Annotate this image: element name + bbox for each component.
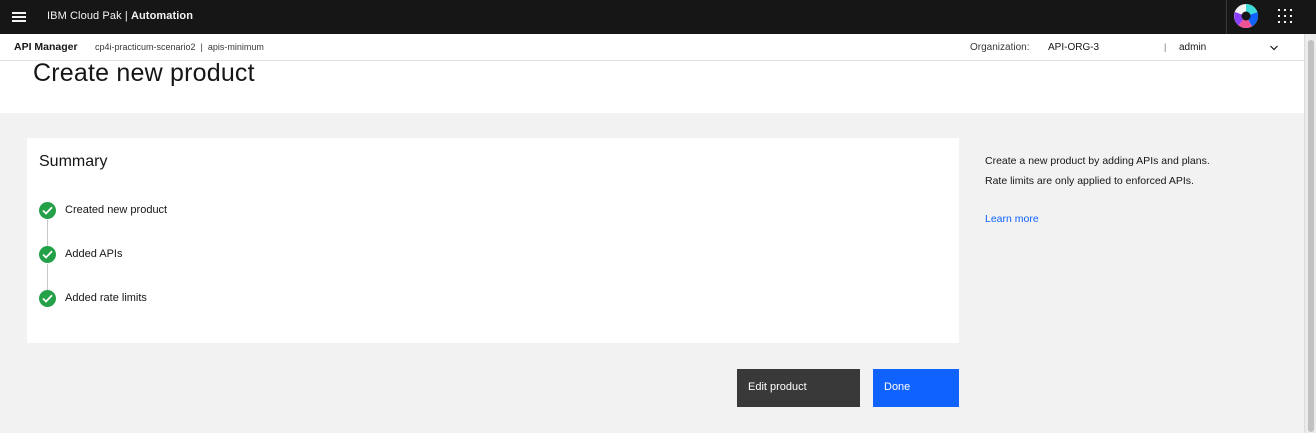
app-name: API Manager <box>14 41 78 53</box>
step-label: Added rate limits <box>65 292 147 304</box>
context-bar: API Manager cp4i-practicum-scenario2 | api… <box>0 34 1304 61</box>
learn-more-link[interactable]: Learn more <box>985 213 1039 225</box>
breadcrumb: cp4i-practicum-scenario2 | apis-minimum <box>95 42 264 52</box>
step-label: Created new product <box>65 204 168 216</box>
help-line-2: Rate limits are only applied to enforced… <box>985 174 1194 187</box>
user-menu[interactable]: admin <box>1179 42 1206 53</box>
subbar-separator: | <box>1164 42 1167 52</box>
page-scrollbar[interactable] <box>1304 34 1316 433</box>
page-title: Create new product <box>33 59 255 87</box>
step-connector <box>47 264 48 291</box>
organization-label: Organization: <box>970 42 1030 53</box>
checkmark-filled-icon <box>39 202 56 219</box>
breadcrumb-catalog[interactable]: cp4i-practicum-scenario2 <box>95 42 196 52</box>
scrollbar-thumb[interactable] <box>1308 40 1314 432</box>
checkmark-filled-icon <box>39 290 56 307</box>
hamburger-menu-icon[interactable] <box>12 11 26 23</box>
summary-card: Summary Created new product Added APIs A… <box>27 138 959 343</box>
top-bar: IBM Cloud Pak | Automation <box>0 0 1316 34</box>
organization-selector[interactable]: API-ORG-3 <box>1048 42 1099 53</box>
help-line-1: Create a new product by adding APIs and … <box>985 155 1210 167</box>
app-switcher-grid-icon[interactable] <box>1278 9 1293 24</box>
cloud-pak-logo-icon[interactable] <box>1233 3 1259 29</box>
edit-product-button[interactable]: Edit product <box>737 369 860 407</box>
step-label: Added APIs <box>65 248 123 260</box>
breadcrumb-product[interactable]: apis-minimum <box>208 42 264 52</box>
checkmark-filled-icon <box>39 246 56 263</box>
brand-prefix: IBM Cloud Pak | <box>47 10 131 22</box>
product-name: IBM Cloud Pak | Automation <box>47 10 193 22</box>
topbar-divider <box>1226 0 1227 34</box>
done-button[interactable]: Done <box>873 369 959 407</box>
summary-title: Summary <box>39 153 108 170</box>
step-connector <box>47 220 48 247</box>
breadcrumb-separator: | <box>200 42 203 52</box>
chevron-down-icon[interactable] <box>1269 43 1279 53</box>
help-text: Create a new product by adding APIs and … <box>985 152 1285 191</box>
brand-bold: Automation <box>130 10 194 22</box>
